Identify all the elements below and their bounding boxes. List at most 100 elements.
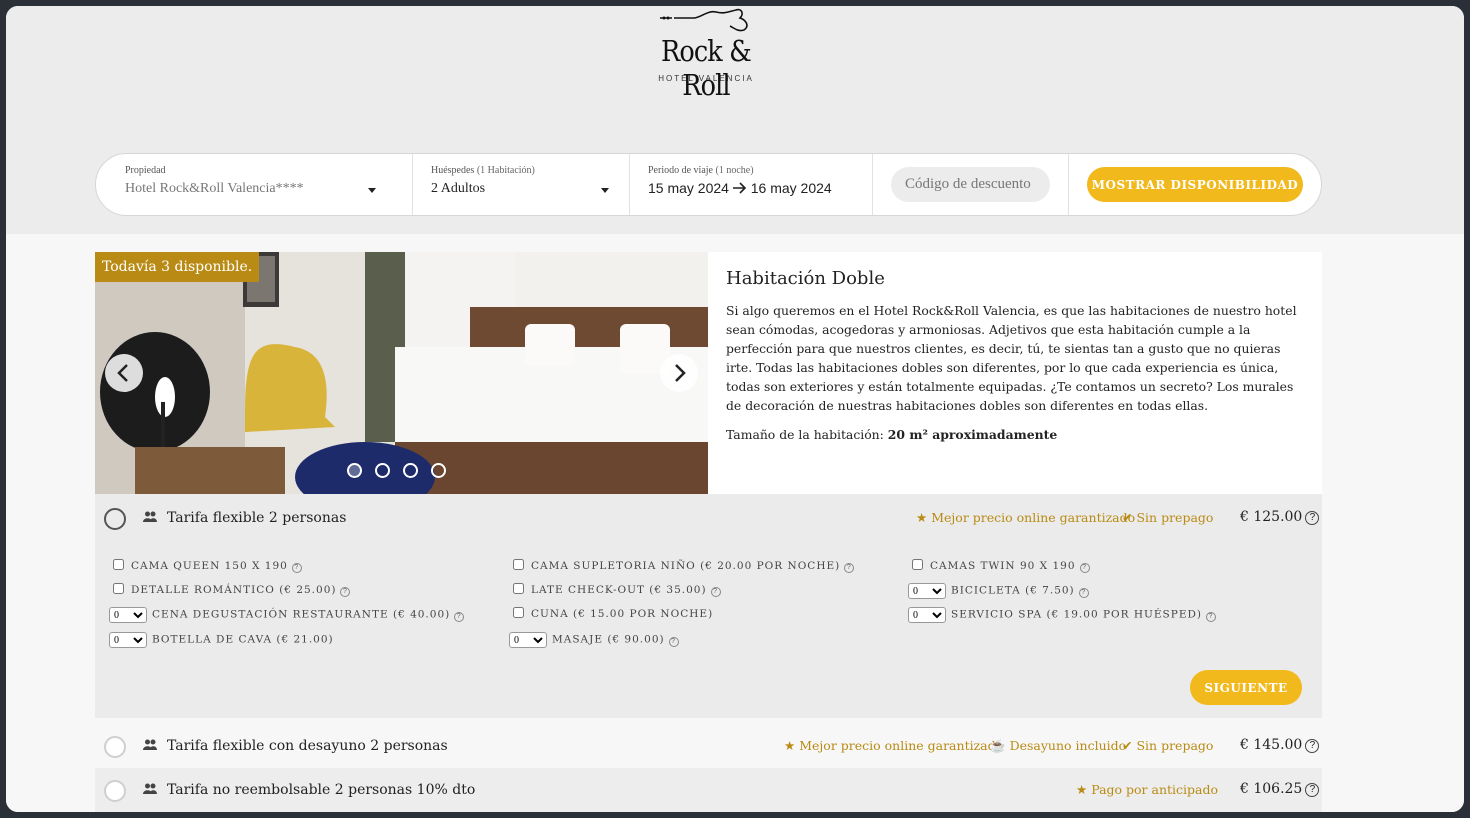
room-size: Tamaño de la habitación: 20 m² aproximad… [726,427,1306,442]
quantity-select[interactable]: 0 [908,583,946,599]
extra-item[interactable]: 0 BICICLETA (€ 7.50)? [908,583,1089,599]
extra-label: SERVICIO SPA (€ 19.00 POR HUÉSPED) [951,608,1202,621]
show-availability-button[interactable]: MOSTRAR DISPONIBILIDAD [1087,167,1303,202]
badge-text: Desayuno incluido [1009,738,1127,753]
room-info: Habitación Doble Si algo queremos en el … [726,268,1306,442]
extra-item[interactable]: DETALLE ROMÁNTICO (€ 25.00)? [113,583,351,597]
quantity-select[interactable]: 0 [908,607,946,623]
guests-select[interactable]: Huéspedes (1 Habitación) 2 Adultos [413,154,630,215]
carousel-prev-button[interactable] [105,354,143,392]
guests-value: 2 Adultos [431,181,486,196]
header: Rock & Roll HOTEL VALENCIA Propiedad Hot… [6,6,1464,234]
guests-label-group: Huéspedes (1 Habitación) [431,165,535,176]
extra-label: LATE CHECK-OUT (€ 35.00) [531,584,707,596]
quantity-select[interactable]: 0 [109,632,147,648]
rate-radio[interactable] [104,508,126,530]
room-photo [95,252,708,494]
help-icon[interactable]: ? [340,587,351,597]
star-icon: ★ [916,510,928,525]
extra-checkbox[interactable] [113,559,124,570]
price-value: € 125.00 [1240,509,1303,525]
extra-item[interactable]: LATE CHECK-OUT (€ 35.00)? [513,583,721,597]
best-price-badge: ★ Mejor precio online garantizado [916,510,1135,525]
date-from: 15 may 2024 [648,180,729,196]
extra-checkbox[interactable] [912,559,923,570]
extra-item[interactable]: CAMA SUPLETORIA NIÑO (€ 20.00 POR NOCHE)… [513,559,855,573]
property-label: Propiedad [125,165,166,176]
caret-down-icon [601,188,609,193]
room-size-value: 20 m² aproximadamente [887,427,1058,442]
room-card: Todavía 3 disponible. Habitación Doble S… [95,252,1322,494]
prepay-badge: ★ Pago por anticipado [1076,782,1218,797]
rate-option[interactable]: Tarifa flexible con desayuno 2 personas … [95,724,1322,768]
rate-price: € 106.25? [1240,781,1320,797]
extra-label: CAMA SUPLETORIA NIÑO (€ 20.00 POR NOCHE) [531,560,841,572]
rate-radio[interactable] [104,780,126,802]
hotel-logo[interactable]: Rock & Roll HOTEL VALENCIA [636,8,776,102]
travel-period[interactable]: Periodo de viaje (1 noche) 15 may 2024 1… [630,154,873,215]
help-icon[interactable]: ? [844,563,855,573]
help-icon[interactable]: ? [1079,563,1090,573]
chevron-left-icon [117,364,128,382]
badge-text: Mejor precio online garantizado [799,738,1004,753]
rate-name: Tarifa no reembolsable 2 personas 10% dt… [167,782,476,798]
help-icon[interactable]: ? [454,611,465,622]
extra-item[interactable]: CUNA (€ 15.00 POR NOCHE) [513,607,713,620]
guests-label: Huéspedes [431,165,475,176]
search-bar: Propiedad Hotel Rock&Roll Valencia**** H… [95,153,1322,216]
help-icon[interactable]: ? [1206,611,1216,622]
people-icon [143,739,157,750]
extra-item[interactable]: 0 SERVICIO SPA (€ 19.00 POR HUÉSPED)? [908,607,1216,623]
room-title: Habitación Doble [726,268,885,289]
carousel-dot[interactable] [403,463,418,478]
star-icon: ★ [1076,782,1088,797]
period-label-group: Periodo de viaje (1 noche) [648,165,754,176]
extra-item[interactable]: 0 MASAJE (€ 90.00)? [509,632,679,648]
extra-item[interactable]: 0 BOTELLA DE CAVA (€ 21.00) [109,632,334,648]
price-value: € 145.00 [1240,737,1303,753]
carousel-next-button[interactable] [660,354,698,392]
check-icon: ✔ [1122,510,1133,525]
help-icon[interactable]: ? [291,563,302,573]
promo-segment [873,154,1069,215]
help-icon[interactable]: ? [1305,739,1320,753]
promo-code-input[interactable] [891,167,1050,202]
quantity-select[interactable]: 0 [509,632,547,648]
room-photo-carousel[interactable]: Todavía 3 disponible. [95,252,708,494]
period-label: Periodo de viaje [648,165,713,176]
people-icon [143,511,157,522]
people-icon [143,783,157,794]
next-button[interactable]: SIGUIENTE [1190,670,1302,705]
help-icon[interactable]: ? [1305,783,1320,797]
help-icon[interactable]: ? [668,636,679,647]
help-icon[interactable]: ? [710,587,721,597]
guitar-logo-icon [660,8,748,32]
carousel-dot[interactable] [375,463,390,478]
extra-checkbox[interactable] [113,583,124,594]
carousel-dots [347,463,459,482]
extra-checkbox[interactable] [513,607,524,618]
chevron-right-icon [675,364,686,382]
price-value: € 106.25 [1240,781,1303,797]
help-icon[interactable]: ? [1305,511,1320,525]
star-icon: ★ [784,738,796,753]
extra-item[interactable]: CAMAS TWIN 90 X 190? [912,559,1090,573]
carousel-dot[interactable] [431,463,446,478]
quantity-select[interactable]: 0 [109,607,147,623]
extra-label: CAMA QUEEN 150 X 190 [131,560,288,572]
property-select[interactable]: Propiedad Hotel Rock&Roll Valencia**** [96,154,413,215]
help-icon[interactable]: ? [1078,587,1089,598]
extra-item[interactable]: CAMA QUEEN 150 X 190? [113,559,302,573]
room-size-label: Tamaño de la habitación: [726,427,884,442]
rate-radio[interactable] [104,736,126,758]
breakfast-badge: ☕ Desayuno incluido [990,738,1126,754]
extra-label: MASAJE (€ 90.00) [552,633,665,646]
no-prepay-badge: ✔ Sin prepago [1122,510,1213,525]
extra-item[interactable]: 0 CENA DEGUSTACIÓN RESTAURANTE (€ 40.00)? [109,607,465,623]
carousel-dot[interactable] [347,463,362,478]
extra-checkbox[interactable] [513,583,524,594]
period-sub: (1 noche) [715,165,754,176]
extra-label: CAMAS TWIN 90 X 190 [930,560,1076,572]
rate-option[interactable]: Tarifa no reembolsable 2 personas 10% dt… [95,768,1322,812]
extra-checkbox[interactable] [513,559,524,570]
